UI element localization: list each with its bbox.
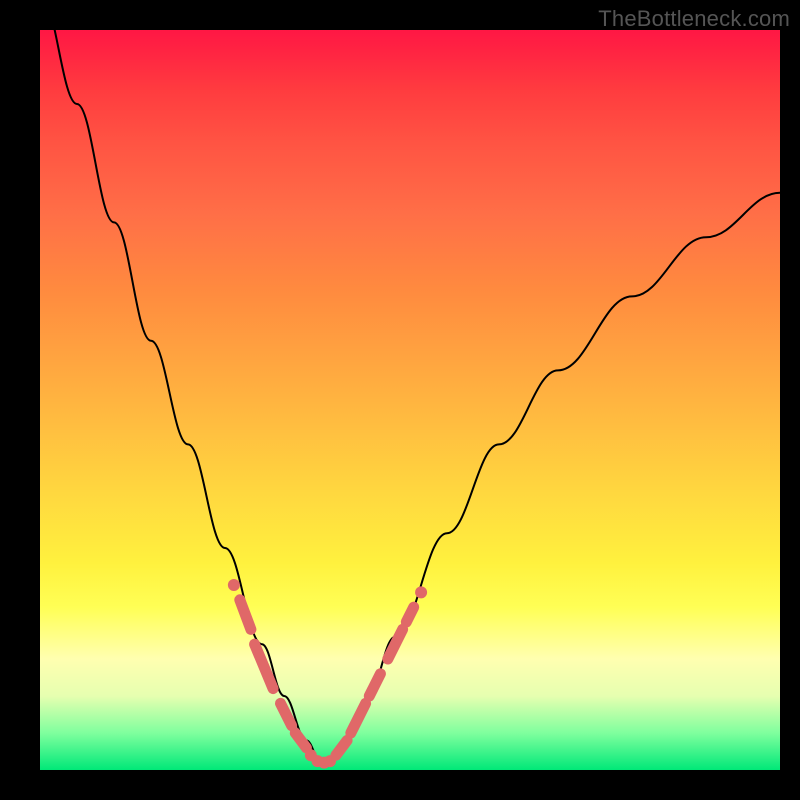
marker-dash (351, 703, 366, 733)
marker-dash (281, 703, 292, 725)
marker-dash (369, 674, 380, 696)
plot-area (40, 30, 780, 770)
chart-frame: TheBottleneck.com (0, 0, 800, 800)
curve-layer (40, 30, 780, 770)
curve-markers (228, 579, 427, 769)
marker-dash (406, 607, 413, 622)
marker-dash (336, 740, 347, 755)
marker-dot (324, 755, 336, 767)
bottleneck-curve (40, 30, 780, 763)
marker-dash (240, 600, 251, 630)
marker-dot (228, 579, 240, 591)
marker-dash (388, 629, 403, 659)
marker-dash (295, 733, 306, 748)
marker-dash (255, 644, 274, 688)
marker-dot (415, 586, 427, 598)
watermark-text: TheBottleneck.com (598, 6, 790, 32)
